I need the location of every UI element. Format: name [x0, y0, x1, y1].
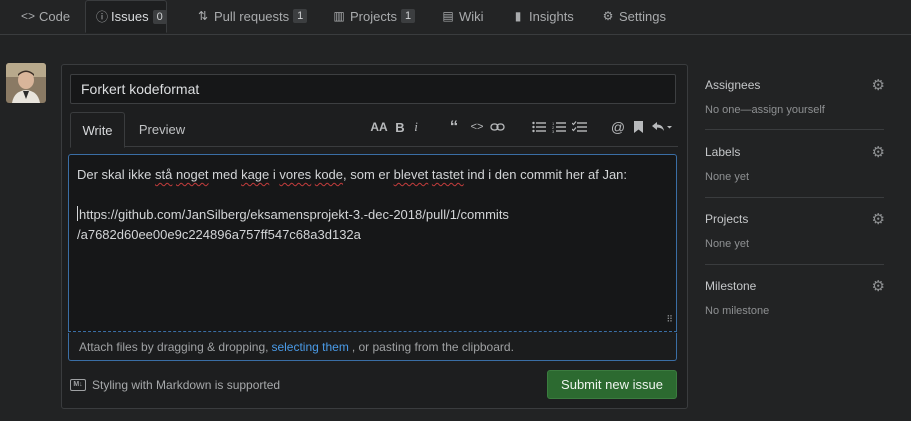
attach-prefix: Attach files by dragging & dropping, [79, 339, 269, 354]
mention-icon[interactable]: @ [611, 118, 625, 136]
bookmark-icon[interactable] [632, 118, 644, 136]
book-icon: ▤ [442, 9, 454, 23]
issue-body-textarea[interactable]: Der skal ikke stå noget med kage i vores… [68, 154, 677, 332]
projects-heading: Projects [705, 212, 749, 226]
body-line-1: Der skal ikke stå noget med kage i vores… [77, 167, 628, 182]
bold-icon[interactable]: B [394, 118, 406, 136]
resize-handle-icon[interactable]: ⠿ [666, 309, 673, 329]
tab-wiki-label: Wiki [459, 8, 484, 24]
milestone-value: No milestone [705, 305, 770, 317]
assignees-gear-icon[interactable]: ⚙ [872, 76, 885, 94]
sidebar-assignees: Assignees ⚙ No one—assign yourself [705, 76, 885, 116]
attach-files-bar[interactable]: Attach files by dragging & dropping, sel… [68, 333, 677, 361]
text-size-icon[interactable]: AA [370, 118, 387, 136]
tab-code[interactable]: <> Code [20, 0, 70, 32]
sidebar-divider [705, 129, 884, 130]
svg-text:3: 3 [552, 129, 555, 133]
projects-counter: 1 [400, 9, 416, 23]
avatar[interactable] [6, 63, 46, 103]
tabs-divider [70, 146, 678, 147]
project-icon: ▥ [333, 9, 345, 23]
code-icon: <> [20, 9, 35, 23]
sidebar-divider [705, 264, 884, 265]
tab-write[interactable]: Write [70, 112, 125, 148]
unordered-list-icon[interactable] [532, 118, 546, 136]
issue-title-input[interactable]: Forkert kodeformat [70, 74, 676, 104]
tab-insights-label: Insights [529, 8, 574, 24]
tab-pull-requests-label: Pull requests [214, 8, 290, 24]
assignees-heading: Assignees [705, 78, 761, 92]
projects-gear-icon[interactable]: ⚙ [872, 210, 885, 228]
git-pull-request-icon: ⇅ [197, 9, 209, 23]
graph-icon: ▮ [514, 9, 522, 23]
sidebar-milestone: Milestone ⚙ No milestone [705, 277, 885, 317]
select-files-link[interactable]: selecting them [271, 340, 348, 354]
reply-icon[interactable] [651, 118, 673, 136]
link-icon[interactable] [489, 118, 505, 136]
attach-suffix: , or pasting from the clipboard. [351, 339, 514, 354]
tab-wiki[interactable]: ▤ Wiki [440, 0, 484, 32]
tab-issues[interactable]: ⓘ Issues 0 [85, 0, 167, 33]
quote-icon[interactable]: “ [447, 117, 461, 136]
markdown-note[interactable]: M↓ Styling with Markdown is supported [70, 378, 280, 392]
issues-counter: 0 [152, 9, 167, 24]
tab-settings[interactable]: ⚙ Settings [600, 0, 666, 32]
pull-requests-counter: 1 [293, 9, 308, 23]
tab-issues-label: Issues [111, 9, 149, 24]
repo-nav: <> Code ⓘ Issues 0 ⇅ Pull requests 1 ▥ P… [0, 0, 911, 35]
projects-value: None yet [705, 238, 750, 250]
labels-gear-icon[interactable]: ⚙ [872, 143, 885, 161]
italic-icon[interactable]: i [411, 118, 421, 136]
gear-icon: ⚙ [602, 9, 614, 23]
text-caret [77, 206, 78, 221]
markdown-icon: M↓ [70, 379, 86, 391]
milestone-gear-icon[interactable]: ⚙ [872, 277, 885, 295]
tab-settings-label: Settings [619, 8, 666, 24]
tab-projects-label: Projects [350, 8, 397, 24]
body-line-3: /a7682d60ee00e9c224896a757ff547c68a3d132… [77, 227, 361, 242]
task-list-icon[interactable] [572, 118, 587, 136]
assignees-value[interactable]: No one—assign yourself [705, 104, 885, 116]
tab-pull-requests[interactable]: ⇅ Pull requests 1 [195, 0, 308, 32]
body-line-2: https://github.com/JanSilberg/eksamenspr… [77, 206, 509, 222]
issue-title-value: Forkert kodeformat [81, 81, 200, 97]
tab-projects[interactable]: ▥ Projects 1 [331, 0, 416, 32]
sidebar-labels: Labels ⚙ None yet [705, 143, 885, 183]
submit-new-issue-button[interactable]: Submit new issue [547, 370, 677, 399]
labels-value: None yet [705, 171, 750, 183]
ordered-list-icon[interactable]: 123 [552, 118, 566, 136]
tab-code-label: Code [39, 8, 71, 24]
milestone-heading: Milestone [705, 279, 757, 293]
sidebar-projects: Projects ⚙ None yet [705, 210, 885, 250]
tab-preview[interactable]: Preview [130, 112, 194, 146]
issue-opened-icon: ⓘ [96, 10, 109, 24]
code-icon[interactable]: <> [469, 118, 485, 136]
labels-heading: Labels [705, 145, 741, 159]
markdown-note-text: Styling with Markdown is supported [92, 378, 281, 392]
tab-insights[interactable]: ▮ Insights [510, 0, 574, 32]
sidebar-divider [705, 197, 884, 198]
